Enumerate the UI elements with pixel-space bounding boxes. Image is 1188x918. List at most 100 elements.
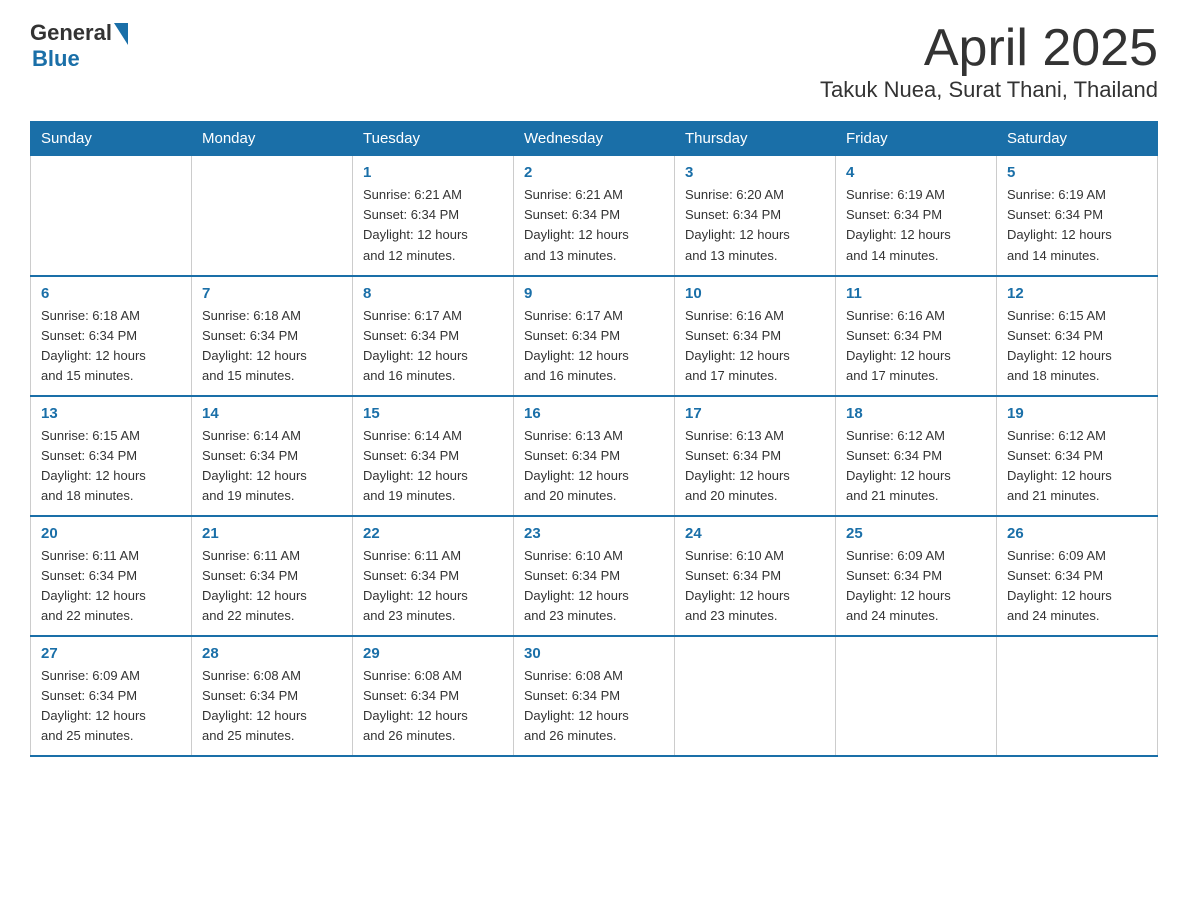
calendar-week-4: 20 Sunrise: 6:11 AMSunset: 6:34 PMDayligh…: [31, 516, 1158, 636]
day-number: 19: [1007, 405, 1147, 422]
calendar-cell: 9 Sunrise: 6:17 AMSunset: 6:34 PMDaylight…: [514, 276, 675, 396]
day-info: Sunrise: 6:16 AMSunset: 6:34 PMDaylight:…: [685, 306, 825, 387]
day-info: Sunrise: 6:21 AMSunset: 6:34 PMDaylight:…: [363, 185, 503, 266]
calendar-cell: [675, 636, 836, 756]
day-number: 6: [41, 285, 181, 302]
day-info: Sunrise: 6:11 AMSunset: 6:34 PMDaylight:…: [41, 546, 181, 627]
day-info: Sunrise: 6:09 AMSunset: 6:34 PMDaylight:…: [41, 666, 181, 747]
calendar-cell: 2 Sunrise: 6:21 AMSunset: 6:34 PMDaylight…: [514, 156, 675, 276]
calendar-table: SundayMondayTuesdayWednesdayThursdayFrid…: [30, 121, 1158, 757]
calendar-cell: [192, 156, 353, 276]
logo-blue: Blue: [32, 46, 128, 72]
day-info: Sunrise: 6:20 AMSunset: 6:34 PMDaylight:…: [685, 185, 825, 266]
calendar-cell: 12 Sunrise: 6:15 AMSunset: 6:34 PMDayligh…: [997, 276, 1158, 396]
calendar-cell: 18 Sunrise: 6:12 AMSunset: 6:34 PMDayligh…: [836, 396, 997, 516]
day-number: 2: [524, 164, 664, 181]
day-info: Sunrise: 6:10 AMSunset: 6:34 PMDaylight:…: [685, 546, 825, 627]
day-info: Sunrise: 6:15 AMSunset: 6:34 PMDaylight:…: [1007, 306, 1147, 387]
calendar-cell: [997, 636, 1158, 756]
day-info: Sunrise: 6:19 AMSunset: 6:34 PMDaylight:…: [846, 185, 986, 266]
day-number: 22: [363, 525, 503, 542]
day-info: Sunrise: 6:11 AMSunset: 6:34 PMDaylight:…: [363, 546, 503, 627]
day-number: 9: [524, 285, 664, 302]
calendar-header-row: SundayMondayTuesdayWednesdayThursdayFrid…: [31, 122, 1158, 156]
calendar-cell: 26 Sunrise: 6:09 AMSunset: 6:34 PMDayligh…: [997, 516, 1158, 636]
day-number: 7: [202, 285, 342, 302]
day-number: 26: [1007, 525, 1147, 542]
day-info: Sunrise: 6:10 AMSunset: 6:34 PMDaylight:…: [524, 546, 664, 627]
day-info: Sunrise: 6:08 AMSunset: 6:34 PMDaylight:…: [202, 666, 342, 747]
calendar-cell: 25 Sunrise: 6:09 AMSunset: 6:34 PMDayligh…: [836, 516, 997, 636]
header-day-tuesday: Tuesday: [353, 122, 514, 156]
day-number: 17: [685, 405, 825, 422]
calendar-cell: 15 Sunrise: 6:14 AMSunset: 6:34 PMDayligh…: [353, 396, 514, 516]
logo: General Blue: [30, 20, 128, 72]
day-number: 10: [685, 285, 825, 302]
day-number: 12: [1007, 285, 1147, 302]
calendar-cell: 30Sunrise: 6:08 AMSunset: 6:34 PMDayligh…: [514, 636, 675, 756]
calendar-cell: 22 Sunrise: 6:11 AMSunset: 6:34 PMDayligh…: [353, 516, 514, 636]
day-info: Sunrise: 6:18 AMSunset: 6:34 PMDaylight:…: [202, 306, 342, 387]
calendar-cell: 19 Sunrise: 6:12 AMSunset: 6:34 PMDayligh…: [997, 396, 1158, 516]
calendar-cell: 16 Sunrise: 6:13 AMSunset: 6:34 PMDayligh…: [514, 396, 675, 516]
calendar-cell: [31, 156, 192, 276]
day-info: Sunrise: 6:12 AMSunset: 6:34 PMDaylight:…: [846, 426, 986, 507]
day-number: 13: [41, 405, 181, 422]
calendar-cell: 27 Sunrise: 6:09 AMSunset: 6:34 PMDayligh…: [31, 636, 192, 756]
calendar-cell: 6 Sunrise: 6:18 AMSunset: 6:34 PMDaylight…: [31, 276, 192, 396]
day-number: 3: [685, 164, 825, 181]
day-number: 14: [202, 405, 342, 422]
day-number: 15: [363, 405, 503, 422]
day-info: Sunrise: 6:14 AMSunset: 6:34 PMDaylight:…: [202, 426, 342, 507]
day-info: Sunrise: 6:12 AMSunset: 6:34 PMDaylight:…: [1007, 426, 1147, 507]
day-info: Sunrise: 6:15 AMSunset: 6:34 PMDaylight:…: [41, 426, 181, 507]
logo-general: General: [30, 20, 112, 46]
day-number: 24: [685, 525, 825, 542]
calendar-cell: 24 Sunrise: 6:10 AMSunset: 6:34 PMDayligh…: [675, 516, 836, 636]
calendar-cell: 23 Sunrise: 6:10 AMSunset: 6:34 PMDayligh…: [514, 516, 675, 636]
day-info: Sunrise: 6:18 AMSunset: 6:34 PMDaylight:…: [41, 306, 181, 387]
day-info: Sunrise: 6:21 AMSunset: 6:34 PMDaylight:…: [524, 185, 664, 266]
day-number: 11: [846, 285, 986, 302]
calendar-title: April 2025: [820, 20, 1158, 77]
day-number: 25: [846, 525, 986, 542]
calendar-week-1: 1Sunrise: 6:21 AMSunset: 6:34 PMDaylight…: [31, 156, 1158, 276]
day-info: Sunrise: 6:17 AMSunset: 6:34 PMDaylight:…: [363, 306, 503, 387]
header-day-saturday: Saturday: [997, 122, 1158, 156]
header-day-sunday: Sunday: [31, 122, 192, 156]
day-info: Sunrise: 6:08 AMSunset: 6:34 PMDaylight:…: [363, 666, 503, 747]
day-number: 18: [846, 405, 986, 422]
day-info: Sunrise: 6:09 AMSunset: 6:34 PMDaylight:…: [846, 546, 986, 627]
calendar-cell: 5Sunrise: 6:19 AMSunset: 6:34 PMDaylight…: [997, 156, 1158, 276]
calendar-week-2: 6 Sunrise: 6:18 AMSunset: 6:34 PMDaylight…: [31, 276, 1158, 396]
calendar-location: Takuk Nuea, Surat Thani, Thailand: [820, 77, 1158, 103]
day-number: 20: [41, 525, 181, 542]
day-number: 27: [41, 645, 181, 662]
day-number: 30: [524, 645, 664, 662]
calendar-cell: 17Sunrise: 6:13 AMSunset: 6:34 PMDayligh…: [675, 396, 836, 516]
header-day-monday: Monday: [192, 122, 353, 156]
day-info: Sunrise: 6:09 AMSunset: 6:34 PMDaylight:…: [1007, 546, 1147, 627]
calendar-week-3: 13 Sunrise: 6:15 AMSunset: 6:34 PMDayligh…: [31, 396, 1158, 516]
day-number: 21: [202, 525, 342, 542]
calendar-cell: 4 Sunrise: 6:19 AMSunset: 6:34 PMDaylight…: [836, 156, 997, 276]
day-number: 16: [524, 405, 664, 422]
logo-triangle-icon: [114, 23, 128, 45]
calendar-cell: 20 Sunrise: 6:11 AMSunset: 6:34 PMDayligh…: [31, 516, 192, 636]
calendar-cell: 13 Sunrise: 6:15 AMSunset: 6:34 PMDayligh…: [31, 396, 192, 516]
calendar-cell: 14 Sunrise: 6:14 AMSunset: 6:34 PMDayligh…: [192, 396, 353, 516]
day-info: Sunrise: 6:17 AMSunset: 6:34 PMDaylight:…: [524, 306, 664, 387]
day-number: 8: [363, 285, 503, 302]
day-info: Sunrise: 6:11 AMSunset: 6:34 PMDaylight:…: [202, 546, 342, 627]
day-info: Sunrise: 6:13 AMSunset: 6:34 PMDaylight:…: [524, 426, 664, 507]
calendar-cell: 21 Sunrise: 6:11 AMSunset: 6:34 PMDayligh…: [192, 516, 353, 636]
day-number: 23: [524, 525, 664, 542]
calendar-cell: 1Sunrise: 6:21 AMSunset: 6:34 PMDaylight…: [353, 156, 514, 276]
header-day-friday: Friday: [836, 122, 997, 156]
calendar-week-5: 27 Sunrise: 6:09 AMSunset: 6:34 PMDayligh…: [31, 636, 1158, 756]
day-number: 28: [202, 645, 342, 662]
day-number: 4: [846, 164, 986, 181]
header-day-thursday: Thursday: [675, 122, 836, 156]
title-block: April 2025 Takuk Nuea, Surat Thani, Thai…: [820, 20, 1158, 103]
day-info: Sunrise: 6:14 AMSunset: 6:34 PMDaylight:…: [363, 426, 503, 507]
